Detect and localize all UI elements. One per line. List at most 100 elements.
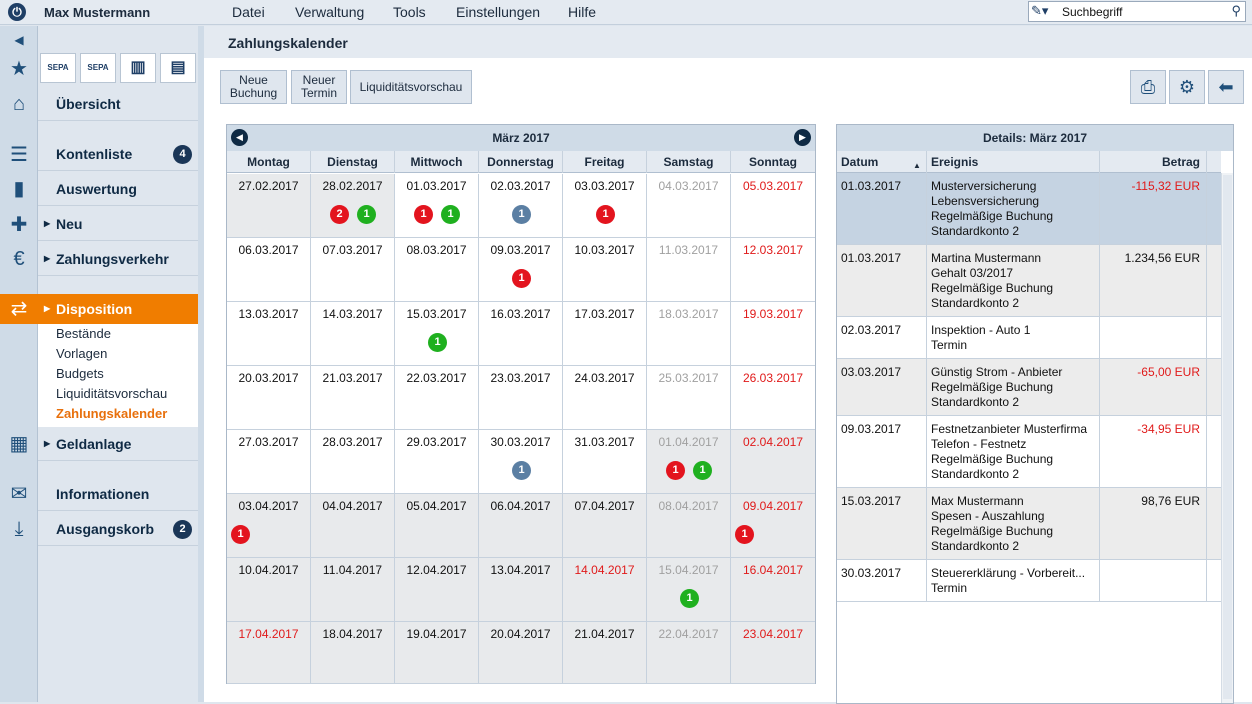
nav-uebersicht[interactable]: Übersicht	[38, 87, 198, 121]
menu-tools[interactable]: Tools	[393, 4, 426, 20]
calendar-day-cell[interactable]: 20.04.2017	[479, 622, 563, 684]
new-booking-button[interactable]: Neue Buchung	[220, 70, 287, 104]
calendar-day-cell[interactable]: 28.02.2017 2 1	[311, 174, 395, 238]
new-appointment-button[interactable]: Neuer Termin	[291, 70, 347, 104]
details-row[interactable]: 02.03.2017 Inspektion - Auto 1 Termin	[837, 317, 1221, 359]
nav-zahlungsverkehr[interactable]: ▶ Zahlungsverkehr	[38, 242, 198, 276]
calendar-day-cell[interactable]: 27.03.2017	[227, 430, 311, 494]
euro-transfer-icon[interactable]: €	[5, 247, 33, 271]
calendar-day-cell[interactable]: 06.03.2017	[227, 238, 311, 302]
nav-ausgangskorb[interactable]: Ausgangskorb 2	[38, 512, 198, 546]
details-row[interactable]: 01.03.2017 Martina Mustermann Gehalt 03/20…	[837, 245, 1221, 317]
search-icon[interactable]: ⚲	[1231, 3, 1241, 19]
calendar-day-cell[interactable]: 06.04.2017	[479, 494, 563, 558]
calendar-day-cell[interactable]: 17.04.2017	[227, 622, 311, 684]
print-icon[interactable]: ⎙	[1130, 70, 1166, 104]
calendar-day-cell[interactable]: 01.03.2017 1 1	[395, 174, 479, 238]
new-document-icon[interactable]: ✚	[5, 213, 33, 237]
calendar-day-cell[interactable]: 09.04.2017 1	[731, 494, 815, 558]
calendar-day-cell[interactable]: 19.04.2017	[395, 622, 479, 684]
menu-datei[interactable]: Datei	[232, 4, 265, 20]
coins-chart-icon[interactable]: ▥	[120, 53, 156, 83]
calendar-day-cell[interactable]: 29.03.2017	[395, 430, 479, 494]
event-count-badge[interactable]: 1	[231, 525, 250, 544]
calendar-day-cell[interactable]: 14.03.2017	[311, 302, 395, 366]
event-count-badge[interactable]: 2	[330, 205, 349, 224]
calendar-day-cell[interactable]: 28.03.2017	[311, 430, 395, 494]
nav-auswertung[interactable]: Auswertung	[38, 172, 198, 206]
calendar-day-cell[interactable]: 04.04.2017	[311, 494, 395, 558]
column-header-betrag[interactable]: Betrag	[1100, 151, 1207, 173]
calendar-day-cell[interactable]: 27.02.2017	[227, 174, 311, 238]
calendar-day-cell[interactable]: 04.03.2017	[647, 174, 731, 238]
calendar-day-cell[interactable]: 07.04.2017	[563, 494, 647, 558]
calendar-day-cell[interactable]: 05.03.2017	[731, 174, 815, 238]
nav-neu[interactable]: ▶ Neu	[38, 207, 198, 241]
calendar-day-cell[interactable]: 15.04.2017 1	[647, 558, 731, 622]
calendar-day-cell[interactable]: 19.03.2017	[731, 302, 815, 366]
calendar-day-cell[interactable]: 22.03.2017	[395, 366, 479, 430]
details-row[interactable]: 01.03.2017 Musterversicherung Lebensversic…	[837, 173, 1221, 245]
calendar-day-cell[interactable]: 03.03.2017 1	[563, 174, 647, 238]
calendar-day-cell[interactable]: 11.03.2017	[647, 238, 731, 302]
menu-hilfe[interactable]: Hilfe	[568, 4, 596, 20]
calendar-day-cell[interactable]: 07.03.2017	[311, 238, 395, 302]
column-header-ereignis[interactable]: Ereignis	[927, 151, 1100, 173]
calendar-day-cell[interactable]: 21.03.2017	[311, 366, 395, 430]
envelope-icon[interactable]: ✉	[5, 482, 33, 506]
event-count-badge[interactable]: 1	[596, 205, 615, 224]
menu-einstellungen[interactable]: Einstellungen	[456, 4, 540, 20]
calendar-day-cell[interactable]: 23.03.2017	[479, 366, 563, 430]
account-list-icon[interactable]: ☰	[5, 143, 33, 167]
event-count-badge[interactable]: 1	[512, 269, 531, 288]
details-row[interactable]: 09.03.2017 Festnetzanbieter Musterfirma Te…	[837, 416, 1221, 488]
sepa-document-icon[interactable]: SEPA	[80, 53, 116, 83]
calendar-day-cell[interactable]: 22.04.2017	[647, 622, 731, 684]
calculator-icon[interactable]: ▤	[160, 53, 196, 83]
sub-zahlungskalender[interactable]: Zahlungskalender	[56, 406, 167, 421]
calendar-day-cell[interactable]: 10.04.2017	[227, 558, 311, 622]
nav-geldanlage[interactable]: ▶ Geldanlage	[38, 427, 198, 461]
calendar-day-cell[interactable]: 17.03.2017	[563, 302, 647, 366]
details-scrollbar[interactable]	[1221, 173, 1233, 703]
calendar-day-cell[interactable]: 12.03.2017	[731, 238, 815, 302]
scrollbar-thumb[interactable]	[1223, 175, 1232, 699]
sepa-transfer-icon[interactable]: SEPA	[40, 53, 76, 83]
column-header-datum[interactable]: Datum ▲	[837, 151, 927, 173]
power-icon[interactable]: ⏻	[8, 3, 26, 21]
star-icon[interactable]: ★	[5, 57, 33, 81]
next-month-icon[interactable]: ▶	[794, 129, 811, 146]
calendar-day-cell[interactable]: 18.03.2017	[647, 302, 731, 366]
event-count-badge[interactable]: 1	[693, 461, 712, 480]
nav-kontenliste[interactable]: Kontenliste 4	[38, 137, 198, 171]
nav-disposition[interactable]: ▶ Disposition	[38, 294, 198, 324]
calendar-day-cell[interactable]: 13.03.2017	[227, 302, 311, 366]
calendar-day-cell[interactable]: 15.03.2017 1	[395, 302, 479, 366]
bar-chart-icon[interactable]: ▮	[5, 177, 33, 201]
calendar-day-cell[interactable]: 02.04.2017	[731, 430, 815, 494]
search-filter-icon[interactable]: ✎▾	[1031, 3, 1061, 20]
calendar-day-cell[interactable]: 23.04.2017	[731, 622, 815, 684]
calendar-day-cell[interactable]: 08.04.2017	[647, 494, 731, 558]
calendar-day-cell[interactable]: 16.03.2017	[479, 302, 563, 366]
collapse-icon[interactable]: ◀	[5, 28, 33, 52]
search-input[interactable]	[1062, 3, 1222, 20]
sub-liquiditaetsvorschau[interactable]: Liquiditätsvorschau	[56, 386, 167, 401]
calendar-day-cell[interactable]: 03.04.2017 1	[227, 494, 311, 558]
calendar-day-cell[interactable]: 26.03.2017	[731, 366, 815, 430]
calendar-day-cell[interactable]: 02.03.2017 1	[479, 174, 563, 238]
event-count-badge[interactable]: 1	[428, 333, 447, 352]
arrow-left-icon[interactable]: ⬅	[1208, 70, 1244, 104]
calendar-day-cell[interactable]: 18.04.2017	[311, 622, 395, 684]
calendar-day-cell[interactable]: 31.03.2017	[563, 430, 647, 494]
calendar-day-cell[interactable]: 08.03.2017	[395, 238, 479, 302]
calendar-day-cell[interactable]: 09.03.2017 1	[479, 238, 563, 302]
calendar-day-cell[interactable]: 25.03.2017	[647, 366, 731, 430]
calendar-day-cell[interactable]: 05.04.2017	[395, 494, 479, 558]
menu-verwaltung[interactable]: Verwaltung	[295, 4, 364, 20]
details-row[interactable]: 03.03.2017 Günstig Strom - Anbieter Regelm…	[837, 359, 1221, 416]
calendar-day-cell[interactable]: 01.04.2017 1 1	[647, 430, 731, 494]
sub-budgets[interactable]: Budgets	[56, 366, 104, 381]
event-count-badge[interactable]: 1	[414, 205, 433, 224]
calendar-day-cell[interactable]: 24.03.2017	[563, 366, 647, 430]
